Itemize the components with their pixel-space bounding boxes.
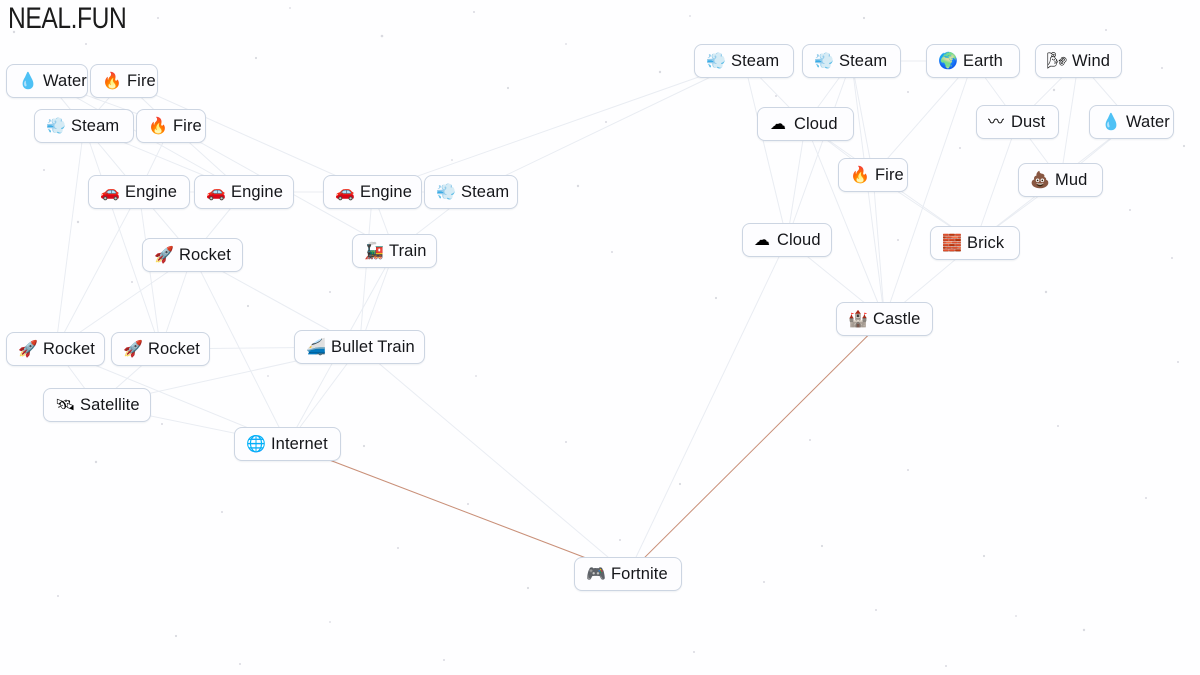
- element-chip-label: Mud: [1055, 170, 1088, 189]
- element-chip-fire-1[interactable]: 🔥 Fire: [90, 64, 158, 98]
- rocket-icon: 🚀: [123, 339, 143, 358]
- element-chip-label: Cloud: [777, 230, 821, 249]
- element-chip-label: Engine: [360, 182, 412, 201]
- element-chip-mud-1[interactable]: 💩 Mud: [1018, 163, 1103, 197]
- element-chip-label: Fire: [875, 165, 904, 184]
- earth-globe-icon: 🌍: [938, 51, 958, 70]
- fire-icon: 🔥: [850, 165, 870, 184]
- element-chip-label: Satellite: [80, 395, 140, 414]
- mud-pile-icon: 💩: [1030, 170, 1050, 189]
- element-chip-brick-1[interactable]: 🧱 Brick: [930, 226, 1020, 260]
- element-chip-label: Fortnite: [611, 564, 668, 583]
- element-chip-engine-2[interactable]: 🚗 Engine: [194, 175, 294, 209]
- element-chip-label: Train: [389, 241, 427, 260]
- element-chip-fire-2[interactable]: 🔥 Fire: [136, 109, 206, 143]
- element-chip-label: Steam: [71, 116, 120, 135]
- element-chip-label: Water: [43, 71, 87, 90]
- element-chip-label: Dust: [1011, 112, 1046, 131]
- fire-icon: 🔥: [102, 71, 122, 90]
- castle-icon: 🏰: [848, 309, 868, 328]
- car-icon: 🚗: [335, 182, 355, 201]
- element-chip-label: Fire: [127, 71, 156, 90]
- car-icon: 🚗: [206, 182, 226, 201]
- element-chip-label: Brick: [967, 233, 1005, 252]
- element-chip-label: Internet: [271, 434, 328, 453]
- element-chip-internet-1[interactable]: 🌐 Internet: [234, 427, 341, 461]
- element-chip-label: Water: [1126, 112, 1170, 131]
- element-chip-engine-1[interactable]: 🚗 Engine: [88, 175, 190, 209]
- element-chip-label: Engine: [125, 182, 177, 201]
- infinite-craft-canvas[interactable]: NEAL.FUN 💧 Water 🔥 Fire 💨 Steam 🔥 Fire 🚗 Engine 🚗 E…: [0, 0, 1200, 675]
- element-chip-label: Rocket: [179, 245, 231, 264]
- element-chip-rocket-1[interactable]: 🚀 Rocket: [142, 238, 243, 272]
- element-chip-engine-3[interactable]: 🚗 Engine: [323, 175, 422, 209]
- element-chips-layer: 💧 Water 🔥 Fire 💨 Steam 🔥 Fire 🚗 Engine 🚗 Engine 🚗 Eng…: [0, 0, 1200, 675]
- dash-steam-icon: 💨: [814, 51, 834, 70]
- globe-meridians-icon: 🌐: [246, 434, 266, 453]
- game-controller-icon: 🎮: [586, 564, 606, 583]
- neal-fun-logo[interactable]: NEAL.FUN: [8, 2, 127, 36]
- element-chip-wind-1[interactable]: 🌬 Wind: [1035, 44, 1122, 78]
- steam-locomotive-icon: 🚂: [364, 241, 384, 260]
- cloud-outline-icon: ☁: [770, 114, 786, 133]
- dash-steam-icon: 💨: [706, 51, 726, 70]
- element-chip-label: Engine: [231, 182, 283, 201]
- element-chip-label: Steam: [461, 182, 510, 201]
- element-chip-label: Steam: [839, 51, 888, 70]
- element-chip-label: Cloud: [794, 114, 838, 133]
- satellite-icon: 🛰: [55, 395, 76, 414]
- element-chip-steam-2[interactable]: 💨 Steam: [424, 175, 518, 209]
- water-droplet-icon: 💧: [1101, 112, 1121, 131]
- element-chip-water-2[interactable]: 💧 Water: [1089, 105, 1174, 139]
- element-chip-label: Earth: [963, 51, 1003, 70]
- element-chip-train-1[interactable]: 🚂 Train: [352, 234, 437, 268]
- element-chip-rocket-2[interactable]: 🚀 Rocket: [6, 332, 105, 366]
- element-chip-fire-3[interactable]: 🔥 Fire: [838, 158, 908, 192]
- element-chip-label: Wind: [1072, 51, 1110, 70]
- element-chip-label: Castle: [873, 309, 921, 328]
- car-icon: 🚗: [100, 182, 120, 201]
- brick-icon: 🧱: [942, 233, 962, 252]
- element-chip-steam-4[interactable]: 💨 Steam: [802, 44, 901, 78]
- element-chip-earth-1[interactable]: 🌍 Earth: [926, 44, 1020, 78]
- element-chip-fortnite-1[interactable]: 🎮 Fortnite: [574, 557, 682, 591]
- bullet-train-icon: 🚄: [306, 337, 326, 356]
- element-chip-castle-1[interactable]: 🏰 Castle: [836, 302, 933, 336]
- element-chip-label: Steam: [731, 51, 780, 70]
- rocket-icon: 🚀: [18, 339, 38, 358]
- element-chip-label: Fire: [173, 116, 202, 135]
- element-chip-cloud-2[interactable]: ☁ Cloud: [742, 223, 832, 257]
- wind-face-icon: 🌬: [1047, 51, 1068, 70]
- element-chip-cloud-1[interactable]: ☁ Cloud: [757, 107, 854, 141]
- fire-icon: 🔥: [148, 116, 168, 135]
- element-chip-label: Rocket: [148, 339, 200, 358]
- element-chip-label: Rocket: [43, 339, 95, 358]
- element-chip-satellite-1[interactable]: 🛰 Satellite: [43, 388, 151, 422]
- wavy-dust-icon: 〰: [988, 112, 1005, 131]
- water-droplet-icon: 💧: [18, 71, 38, 90]
- element-chip-steam-3[interactable]: 💨 Steam: [694, 44, 794, 78]
- dash-steam-icon: 💨: [46, 116, 66, 135]
- dash-steam-icon: 💨: [436, 182, 456, 201]
- element-chip-steam-1[interactable]: 💨 Steam: [34, 109, 134, 143]
- element-chip-dust-1[interactable]: 〰 Dust: [976, 105, 1059, 139]
- element-chip-bullet-train-1[interactable]: 🚄 Bullet Train: [294, 330, 425, 364]
- element-chip-rocket-3[interactable]: 🚀 Rocket: [111, 332, 210, 366]
- rocket-icon: 🚀: [154, 245, 174, 264]
- cloud-outline-icon: ☁: [754, 230, 770, 249]
- element-chip-water-1[interactable]: 💧 Water: [6, 64, 88, 98]
- element-chip-label: Bullet Train: [331, 337, 415, 356]
